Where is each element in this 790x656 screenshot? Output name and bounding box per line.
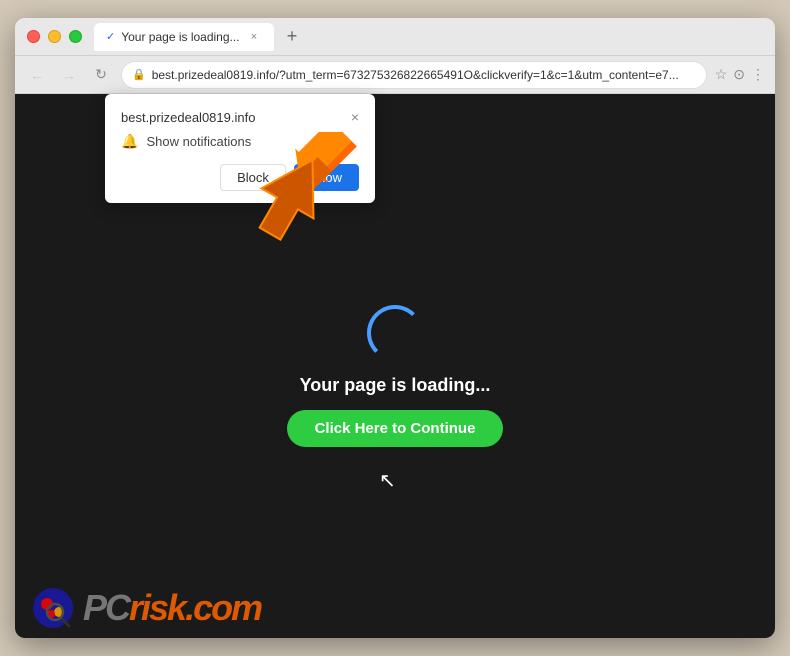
forward-button[interactable]: → [57,63,81,87]
tab-bar: ✓ Your page is loading... × + [94,23,763,51]
risk-text: risk.com [129,587,261,628]
refresh-button[interactable]: ↻ [89,63,113,87]
address-bar: ← → ↻ 🔒 best.prizedeal0819.info/?utm_ter… [15,56,775,94]
loading-text: Your page is loading... [300,375,491,396]
popup-buttons: Block Allow [121,164,359,191]
watermark-text: PCrisk.com [83,587,261,629]
lock-icon: 🔒 [132,68,146,81]
maximize-button[interactable] [69,30,82,43]
page-content: best.prizedeal0819.info × 🔔 Show notific… [15,94,775,638]
pc-text: PC [83,587,129,628]
minimize-button[interactable] [48,30,61,43]
close-button[interactable] [27,30,40,43]
block-button[interactable]: Block [220,164,286,191]
tab-title: Your page is loading... [121,30,240,44]
back-button[interactable]: ← [25,63,49,87]
tab-close-icon[interactable]: × [246,29,262,45]
popup-close-icon[interactable]: × [351,110,359,124]
pcrisk-logo [31,586,75,630]
address-actions: ☆ ⊙ ⋮ [715,66,765,83]
popup-header: best.prizedeal0819.info × [121,110,359,125]
popup-notification-row: 🔔 Show notifications [121,133,359,150]
active-tab[interactable]: ✓ Your page is loading... × [94,23,274,51]
bell-icon: 🔔 [121,133,138,150]
notification-popup: best.prizedeal0819.info × 🔔 Show notific… [105,94,375,203]
loading-content: Your page is loading... Click Here to Co… [287,305,504,447]
url-text: best.prizedeal0819.info/?utm_term=673275… [152,68,696,82]
address-input[interactable]: 🔒 best.prizedeal0819.info/?utm_term=6732… [121,61,707,89]
tab-favicon-icon: ✓ [106,30,115,43]
watermark: PCrisk.com [31,586,261,630]
bookmark-icon[interactable]: ☆ [715,66,728,83]
popup-domain: best.prizedeal0819.info [121,110,255,125]
new-tab-button[interactable]: + [278,23,306,51]
loading-spinner [367,305,423,361]
mouse-cursor: ↖ [379,468,396,493]
profile-icon[interactable]: ⊙ [733,66,745,83]
allow-button[interactable]: Allow [294,164,359,191]
popup-notification-text: Show notifications [146,134,251,149]
browser-window: ✓ Your page is loading... × + ← → ↻ 🔒 be… [15,18,775,638]
menu-icon[interactable]: ⋮ [751,66,765,83]
traffic-lights [27,30,82,43]
title-bar: ✓ Your page is loading... × + [15,18,775,56]
continue-button[interactable]: Click Here to Continue [287,410,504,447]
